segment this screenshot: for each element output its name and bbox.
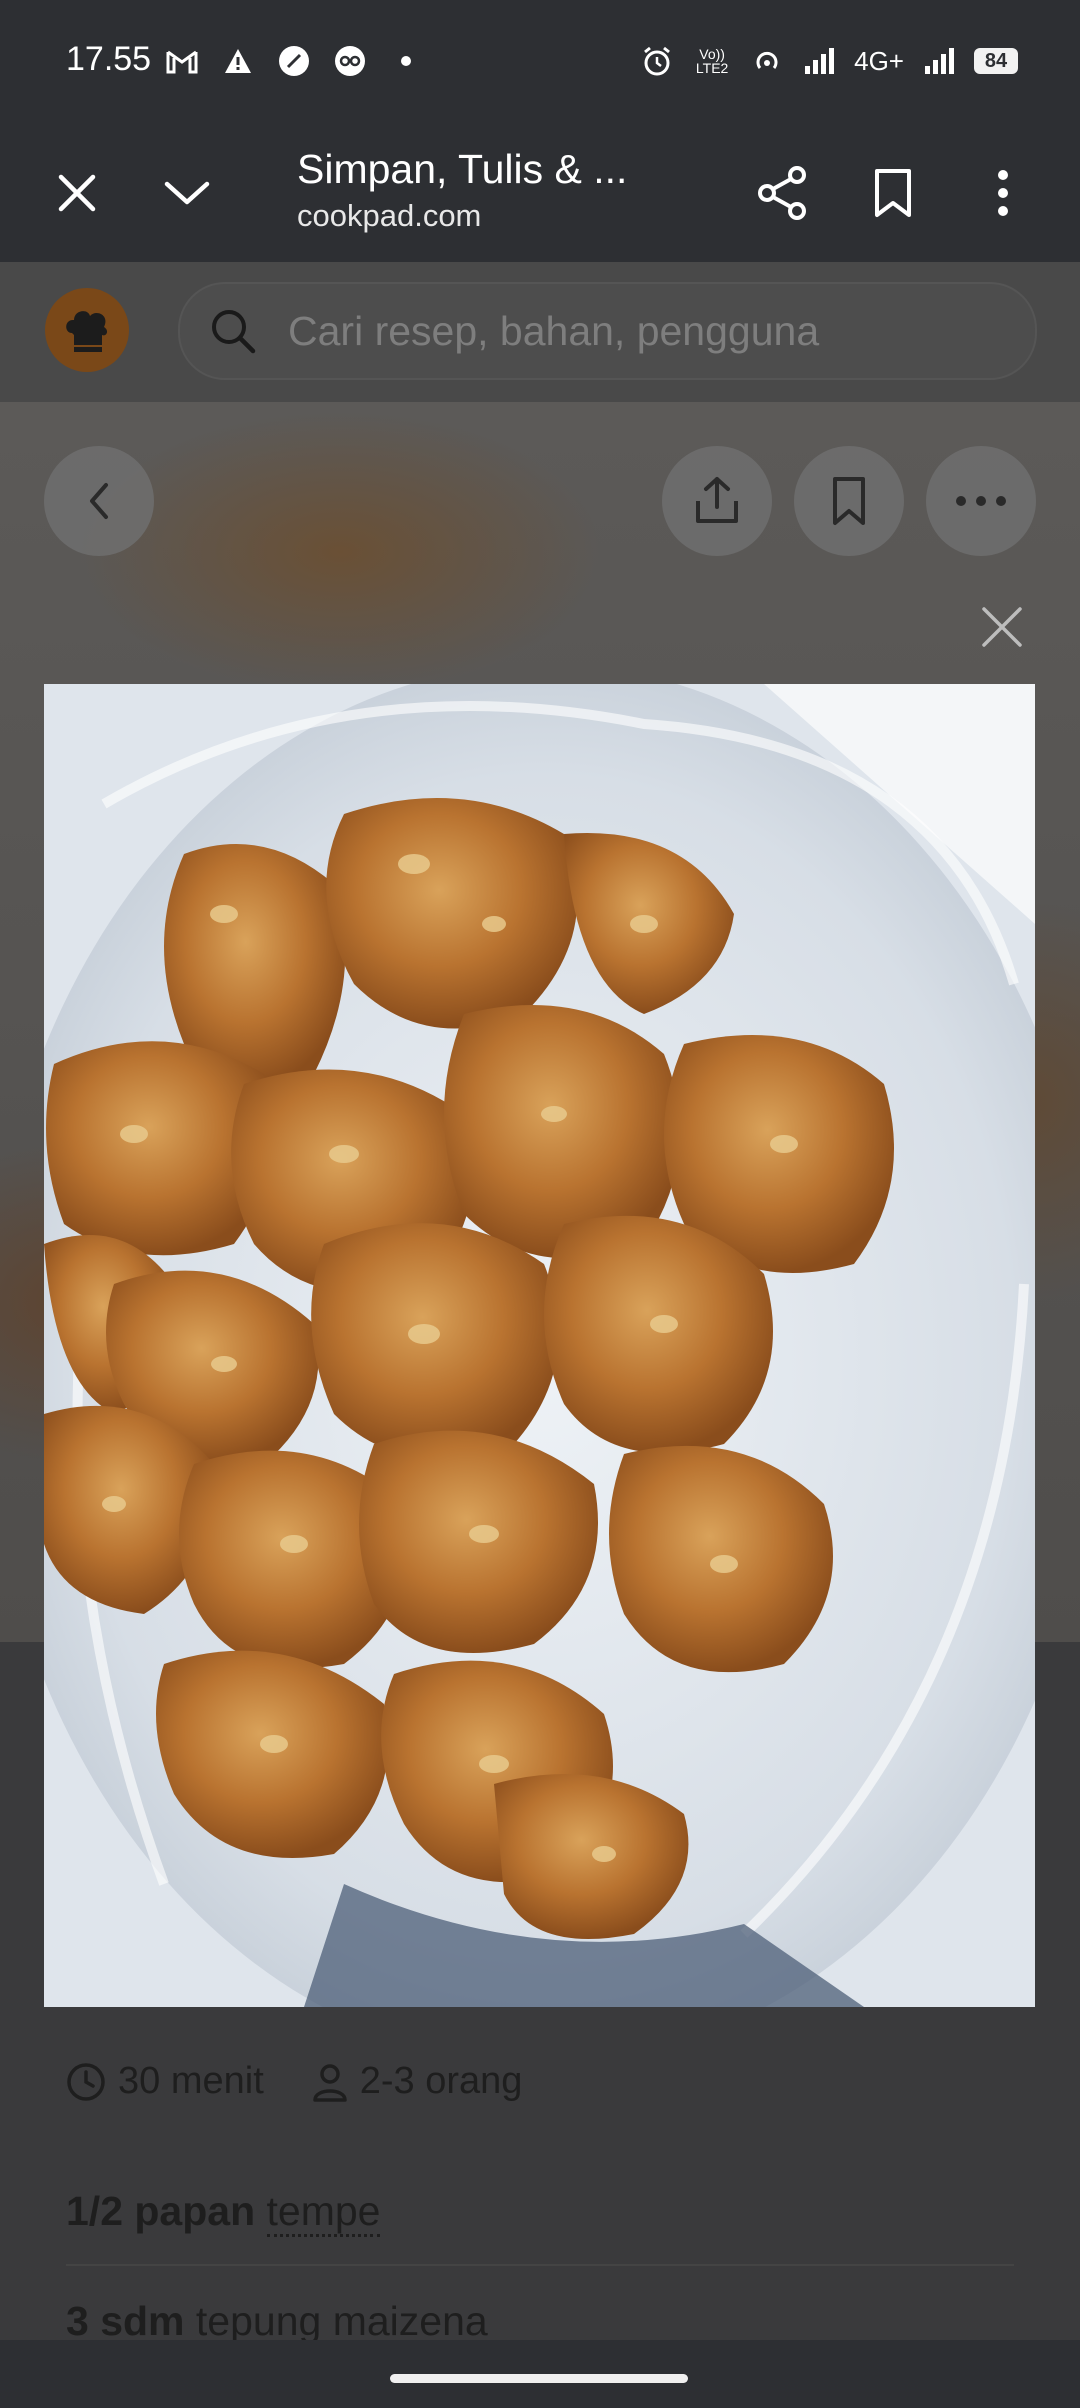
gmail-icon	[165, 44, 199, 78]
ingredient-item: 1/2 papan tempe	[66, 2188, 381, 2237]
warning-icon	[221, 44, 255, 78]
chevron-left-icon	[90, 483, 108, 519]
dot-icon	[389, 44, 423, 78]
home-gesture-handle[interactable]	[390, 2374, 688, 2383]
signal-icon	[922, 44, 956, 78]
recipe-share-button[interactable]	[662, 446, 772, 556]
battery-icon: 84	[974, 48, 1018, 74]
hotspot-icon	[750, 44, 784, 78]
more-options-button[interactable]	[968, 158, 1038, 228]
close-icon	[58, 174, 96, 212]
recipe-meta: 30 menit 2-3 orang	[66, 2060, 570, 2103]
ingredient-item: 3 sdm tepung maizena	[66, 2298, 488, 2345]
speed-icon	[277, 44, 311, 78]
app-icon	[333, 44, 367, 78]
volte-icon: Vo)) LTE2	[695, 46, 729, 76]
share-button[interactable]	[748, 158, 818, 228]
status-bar: 17.55 Vo)) LTE2 4G+ 84	[0, 0, 1080, 128]
more-horizontal-icon	[956, 496, 1006, 506]
cook-time-label: 30 menit	[118, 2060, 264, 2102]
page-title: Simpan, Tulis & ...	[297, 146, 628, 192]
search-placeholder: Cari resep, bahan, pengguna	[288, 308, 820, 354]
more-vertical-icon	[998, 170, 1008, 216]
chef-hat-icon	[66, 311, 108, 352]
share-icon	[758, 166, 806, 220]
ingredient-qty: 1/2 papan	[66, 2188, 256, 2234]
person-icon	[313, 2063, 347, 2102]
status-notification-icons	[165, 44, 423, 78]
signal-icon	[802, 44, 836, 78]
close-tab-button[interactable]	[42, 158, 112, 228]
recipe-more-button[interactable]	[926, 446, 1036, 556]
minimize-tab-button[interactable]	[152, 158, 222, 228]
fried-tempeh-photo	[44, 684, 1035, 2007]
servings: 2-3 orang	[312, 2060, 523, 2103]
ingredient-name[interactable]: tempe	[266, 2188, 381, 2237]
status-time: 17.55	[66, 40, 152, 78]
divider	[66, 2264, 1014, 2266]
status-system-icons: Vo)) LTE2 4G+ 84	[640, 44, 1018, 78]
bookmark-icon	[875, 169, 911, 217]
network-type: 4G+	[854, 45, 904, 76]
back-button[interactable]	[44, 446, 154, 556]
servings-label: 2-3 orang	[359, 2060, 523, 2102]
ingredient-qty: 3 sdm	[66, 2298, 185, 2344]
upload-share-icon	[696, 477, 738, 523]
ingredient-name[interactable]: tepung maizena	[196, 2298, 488, 2344]
recipe-bookmark-button[interactable]	[794, 446, 904, 556]
cookpad-logo[interactable]	[45, 288, 129, 372]
bookmark-icon	[833, 477, 865, 525]
bookmark-button[interactable]	[858, 158, 928, 228]
recipe-photo	[44, 684, 1035, 2007]
clock-icon	[67, 2062, 105, 2101]
search-bar[interactable]: Cari resep, bahan, pengguna	[178, 282, 1037, 380]
close-lightbox-icon[interactable]	[980, 605, 1024, 649]
alarm-icon	[640, 44, 674, 78]
page-url: cookpad.com	[297, 198, 482, 233]
search-icon	[212, 310, 256, 354]
chevron-down-icon	[164, 181, 210, 205]
browser-toolbar: Simpan, Tulis & ... cookpad.com	[0, 128, 1080, 262]
cook-time: 30 menit	[66, 2060, 264, 2103]
